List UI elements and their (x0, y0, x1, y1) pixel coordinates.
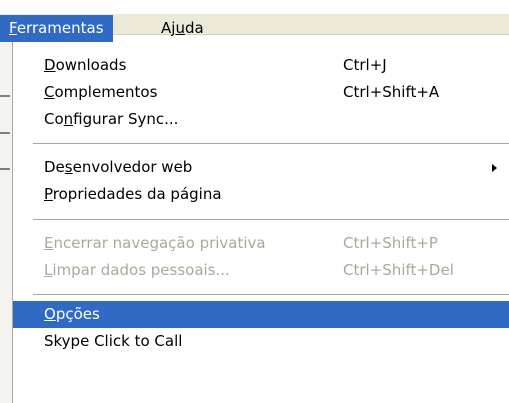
window-edge-tick (0, 168, 10, 170)
menu-ferramentas-mnemonic: F (9, 19, 17, 37)
menu-item-label: Skype Click to Call (44, 332, 183, 350)
menu-item-label: Encerrar navegação privativa (44, 234, 266, 252)
menu-ajuda[interactable]: Ajuda (152, 15, 213, 42)
window-edge-tick (0, 132, 10, 134)
menu-item-shortcut: Ctrl+J (343, 56, 387, 74)
menu-separator (33, 143, 509, 145)
menu-separator (33, 294, 509, 296)
window-edge-tick (0, 95, 10, 97)
menu-item-limpar-dados-pessoais: Limpar dados pessoais... Ctrl+Shift+Del (13, 257, 509, 284)
menu-item-propriedades-da-pagina[interactable]: Propriedades da página (13, 181, 509, 208)
menu-item-encerrar-navegacao-privativa: Encerrar navegação privativa Ctrl+Shift+… (13, 230, 509, 257)
menu-bar-top-strip (0, 0, 509, 14)
menu-ferramentas-text-after: erramentas (16, 19, 104, 37)
menu-item-label: Desenvolvedor web (44, 158, 193, 176)
menu-item-label: Complementos (44, 83, 158, 101)
menu-item-label: Downloads (44, 56, 127, 74)
menu-ajuda-text-after: da (184, 19, 204, 37)
menu-bar: Ferramentas Ajuda (0, 0, 509, 42)
menu-item-label: Limpar dados pessoais... (44, 261, 230, 279)
submenu-arrow-icon (492, 164, 497, 172)
menu-item-label: Propriedades da página (44, 185, 222, 203)
main-window-edge (0, 42, 12, 403)
menu-separator (33, 219, 509, 221)
menu-item-opcoes[interactable]: Opções (13, 301, 509, 328)
menu-item-complementos[interactable]: Complementos Ctrl+Shift+A (13, 79, 509, 106)
menu-ajuda-text-before: Aj (161, 19, 176, 37)
menu-item-desenvolvedor-web[interactable]: Desenvolvedor web (13, 154, 509, 181)
menu-item-skype-click-to-call[interactable]: Skype Click to Call (13, 328, 509, 355)
menu-item-shortcut: Ctrl+Shift+A (343, 83, 440, 101)
menu-item-label: Configurar Sync... (44, 110, 179, 128)
menu-ferramentas[interactable]: Ferramentas (0, 15, 113, 42)
menu-item-shortcut: Ctrl+Shift+P (343, 234, 438, 252)
menu-item-shortcut: Ctrl+Shift+Del (343, 261, 454, 279)
menu-item-label: Opções (44, 305, 100, 323)
menu-ajuda-mnemonic: u (175, 19, 185, 37)
menu-item-configurar-sync[interactable]: Configurar Sync... (13, 106, 509, 133)
menu-item-downloads[interactable]: Downloads Ctrl+J (13, 52, 509, 79)
ferramentas-dropdown: Downloads Ctrl+J Complementos Ctrl+Shift… (12, 42, 509, 403)
